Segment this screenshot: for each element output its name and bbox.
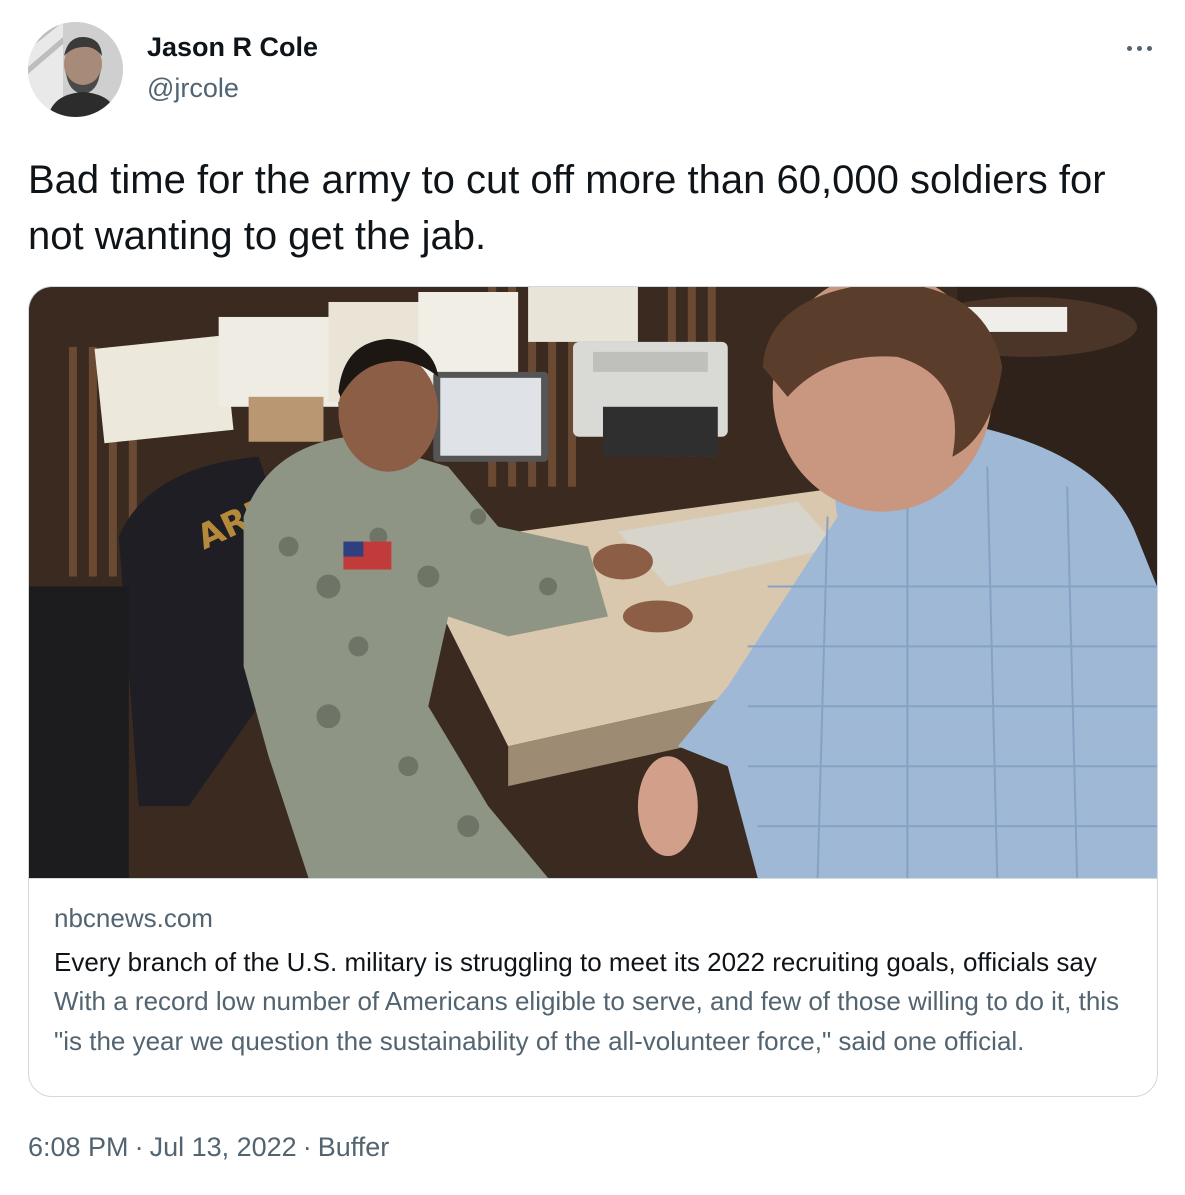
card-title: Every branch of the U.S. military is str…	[54, 947, 1097, 977]
meta-separator: ·	[302, 1132, 312, 1162]
card-domain: nbcnews.com	[54, 903, 213, 933]
author-handle[interactable]: @jrcole	[147, 73, 239, 104]
tweet-text: Bad time for the army to cut off more th…	[28, 158, 1106, 258]
card-image[interactable]: ARMY	[29, 287, 1157, 879]
more-dot-icon	[1126, 45, 1132, 51]
more-dot-icon	[1146, 45, 1152, 51]
tweet-date[interactable]: Jul 13, 2022	[150, 1132, 297, 1162]
tweet: Jason R Cole @jrcole Bad time for the ar…	[0, 0, 1185, 1195]
more-options-button[interactable]	[1119, 32, 1159, 64]
tweet-time[interactable]: 6:08 PM	[28, 1132, 129, 1162]
link-card[interactable]: ARMY	[28, 286, 1158, 1097]
tweet-source[interactable]: Buffer	[318, 1132, 390, 1162]
tweet-meta: 6:08 PM · Jul 13, 2022 · Buffer	[28, 1132, 389, 1163]
more-dot-icon	[1136, 45, 1142, 51]
meta-separator: ·	[134, 1132, 144, 1162]
card-description: With a record low number of Americans el…	[54, 986, 1120, 1056]
avatar[interactable]	[28, 22, 123, 117]
soldier-recruiting-photo: ARMY	[29, 287, 1157, 878]
avatar-photo	[28, 22, 123, 117]
author-name[interactable]: Jason R Cole	[147, 32, 318, 63]
